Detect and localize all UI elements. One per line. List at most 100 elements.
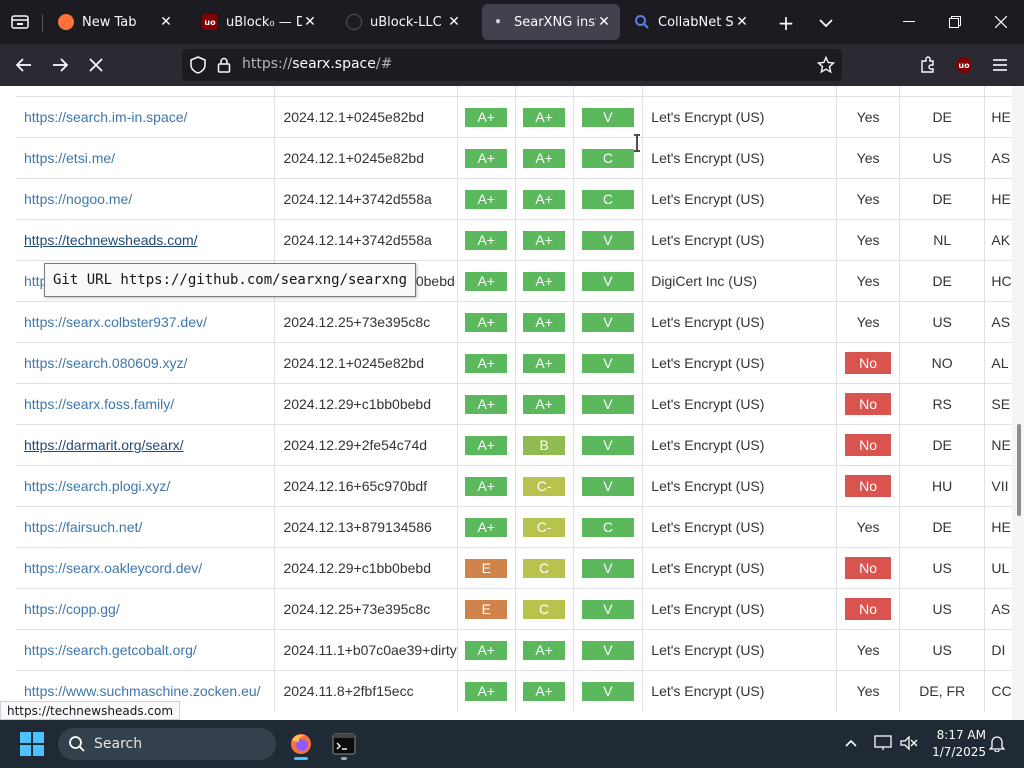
csp-grade-badge[interactable]: C- bbox=[523, 476, 566, 496]
csp-grade-badge[interactable]: A+ bbox=[523, 394, 566, 414]
csp-grade-badge[interactable]: A+ bbox=[523, 681, 566, 701]
list-all-tabs-button[interactable] bbox=[812, 9, 840, 37]
new-tab-button[interactable]: + bbox=[772, 9, 800, 37]
instance-link[interactable]: https://darmarit.org/searx/ bbox=[24, 437, 184, 453]
csp-grade-badge[interactable]: A+ bbox=[523, 312, 566, 332]
tracking-protection-shield-icon[interactable] bbox=[188, 55, 208, 75]
certificate-issuer[interactable]: Let's Encrypt (US) bbox=[651, 396, 764, 412]
tls-grade-badge[interactable]: A+ bbox=[465, 435, 508, 455]
instance-link[interactable]: https://search.getcobalt.org/ bbox=[24, 642, 197, 658]
html-grade-badge[interactable]: V bbox=[581, 476, 634, 496]
certificate-issuer[interactable]: Let's Encrypt (US) bbox=[651, 601, 764, 617]
ublock-toolbar-button[interactable]: uo bbox=[949, 51, 979, 79]
certificate-issuer[interactable]: Let's Encrypt (US) bbox=[651, 519, 764, 535]
windows-start-icon[interactable] bbox=[20, 732, 44, 756]
firefox-view-button[interactable] bbox=[6, 9, 34, 35]
version-text[interactable]: 2024.12.25+73e395c8c bbox=[283, 601, 430, 617]
html-grade-badge[interactable]: V bbox=[581, 435, 634, 455]
instance-link[interactable]: https://www.suchmaschine.zocken.eu/ bbox=[24, 683, 261, 699]
tls-grade-badge[interactable]: A+ bbox=[465, 640, 508, 660]
version-text[interactable]: 2024.12.1+0245e82bd bbox=[283, 150, 424, 166]
html-grade-badge[interactable]: V bbox=[581, 230, 634, 250]
instance-link[interactable]: https://technewsheads.com/ bbox=[24, 232, 198, 248]
csp-grade-badge[interactable]: A+ bbox=[523, 271, 566, 291]
tls-grade-badge[interactable]: A+ bbox=[465, 107, 508, 127]
html-grade-badge[interactable]: V bbox=[581, 394, 634, 414]
certificate-issuer[interactable]: Let's Encrypt (US) bbox=[651, 478, 764, 494]
forward-button[interactable] bbox=[45, 51, 75, 79]
csp-grade-badge[interactable]: C- bbox=[523, 517, 566, 537]
version-text[interactable]: 2024.12.1+0245e82bd bbox=[283, 109, 424, 125]
csp-grade-badge[interactable]: A+ bbox=[523, 148, 566, 168]
version-text[interactable]: 2024.12.29+c1bb0bebd bbox=[283, 560, 431, 576]
taskbar-firefox[interactable] bbox=[281, 726, 321, 762]
tls-grade-badge[interactable]: A+ bbox=[465, 148, 508, 168]
tab-close-icon[interactable]: ✕ bbox=[446, 14, 462, 30]
version-text[interactable]: 0bebd bbox=[416, 273, 455, 289]
certificate-issuer[interactable]: Let's Encrypt (US) bbox=[651, 191, 764, 207]
extensions-button[interactable] bbox=[913, 51, 943, 79]
close-window-button[interactable] bbox=[978, 0, 1024, 44]
html-grade-badge[interactable]: V bbox=[581, 312, 634, 332]
version-text[interactable]: 2024.12.25+73e395c8c bbox=[283, 314, 430, 330]
version-text[interactable]: 2024.12.1+0245e82bd bbox=[283, 355, 424, 371]
instance-link[interactable]: https://search.080609.xyz/ bbox=[24, 355, 187, 371]
tls-grade-badge[interactable]: A+ bbox=[465, 312, 508, 332]
certificate-issuer[interactable]: Let's Encrypt (US) bbox=[651, 232, 764, 248]
version-text[interactable]: 2024.12.14+3742d558a bbox=[283, 232, 431, 248]
tab-close-icon[interactable]: ✕ bbox=[302, 14, 318, 30]
csp-grade-badge[interactable]: A+ bbox=[523, 353, 566, 373]
html-grade-badge[interactable]: V bbox=[581, 681, 634, 701]
csp-grade-badge[interactable]: A+ bbox=[523, 189, 566, 209]
version-text[interactable]: 2024.11.8+2fbf15ecc bbox=[283, 683, 413, 699]
tab-ublock-github[interactable]: uBlock-LLC · GitHub ✕ bbox=[338, 4, 470, 40]
tab-close-icon[interactable]: ✕ bbox=[596, 14, 612, 30]
tab-ublock-dashboard[interactable]: uo uBlock₀ — Dashboard ✕ bbox=[194, 4, 326, 40]
tls-grade-badge[interactable]: A+ bbox=[465, 271, 508, 291]
html-grade-badge[interactable]: V bbox=[581, 640, 634, 660]
html-grade-badge[interactable]: C bbox=[581, 189, 634, 209]
html-grade-badge[interactable]: V bbox=[581, 353, 634, 373]
instance-link[interactable]: https://search.im-in.space/ bbox=[24, 109, 187, 125]
certificate-issuer[interactable]: Let's Encrypt (US) bbox=[651, 314, 764, 330]
certificate-issuer[interactable]: Let's Encrypt (US) bbox=[651, 109, 764, 125]
instance-link[interactable]: https://searx.foss.family/ bbox=[24, 396, 174, 412]
bookmark-star-icon[interactable] bbox=[816, 55, 836, 75]
html-grade-badge[interactable]: C bbox=[581, 148, 634, 168]
csp-grade-badge[interactable]: A+ bbox=[523, 230, 566, 250]
csp-grade-badge[interactable]: A+ bbox=[523, 640, 566, 660]
csp-grade-badge[interactable]: C bbox=[523, 599, 566, 619]
app-menu-button[interactable] bbox=[985, 51, 1015, 79]
version-text[interactable]: 2024.12.13+879134586 bbox=[283, 519, 431, 535]
version-text[interactable]: 2024.12.29+2fe54c74d bbox=[283, 437, 427, 453]
html-grade-badge[interactable]: V bbox=[581, 271, 634, 291]
certificate-issuer[interactable]: Let's Encrypt (US) bbox=[651, 683, 764, 699]
taskbar-terminal[interactable] bbox=[324, 726, 364, 762]
instance-link[interactable]: https://searx.colbster937.dev/ bbox=[24, 314, 207, 330]
tls-grade-badge[interactable]: E bbox=[465, 599, 508, 619]
html-grade-badge[interactable]: V bbox=[581, 558, 634, 578]
tls-grade-badge[interactable]: E bbox=[465, 558, 508, 578]
certificate-issuer[interactable]: DigiCert Inc (US) bbox=[651, 273, 757, 289]
tab-new-tab[interactable]: New Tab ✕ bbox=[50, 4, 182, 40]
restore-button[interactable] bbox=[932, 0, 978, 44]
show-hidden-icons-button[interactable] bbox=[840, 732, 862, 754]
back-button[interactable] bbox=[9, 51, 39, 79]
instance-link[interactable]: https://copp.gg/ bbox=[24, 601, 120, 617]
stop-loading-button[interactable] bbox=[81, 51, 111, 79]
csp-grade-badge[interactable]: C bbox=[523, 558, 566, 578]
certificate-issuer[interactable]: Let's Encrypt (US) bbox=[651, 437, 764, 453]
certificate-issuer[interactable]: Let's Encrypt (US) bbox=[651, 560, 764, 576]
minimize-button[interactable] bbox=[886, 0, 932, 44]
certificate-issuer[interactable]: Let's Encrypt (US) bbox=[651, 150, 764, 166]
tls-grade-badge[interactable]: A+ bbox=[465, 353, 508, 373]
taskbar-search[interactable]: Search bbox=[58, 728, 276, 760]
version-text[interactable]: 2024.11.1+b07c0ae39+dirty bbox=[283, 642, 456, 658]
certificate-issuer[interactable]: Let's Encrypt (US) bbox=[651, 355, 764, 371]
html-grade-badge[interactable]: V bbox=[581, 599, 634, 619]
tls-grade-badge[interactable]: A+ bbox=[465, 681, 508, 701]
tls-grade-badge[interactable]: A+ bbox=[465, 517, 508, 537]
csp-grade-badge[interactable]: B bbox=[523, 435, 566, 455]
instance-link[interactable]: https://search.plogi.xyz/ bbox=[24, 478, 170, 494]
tls-grade-badge[interactable]: A+ bbox=[465, 189, 508, 209]
